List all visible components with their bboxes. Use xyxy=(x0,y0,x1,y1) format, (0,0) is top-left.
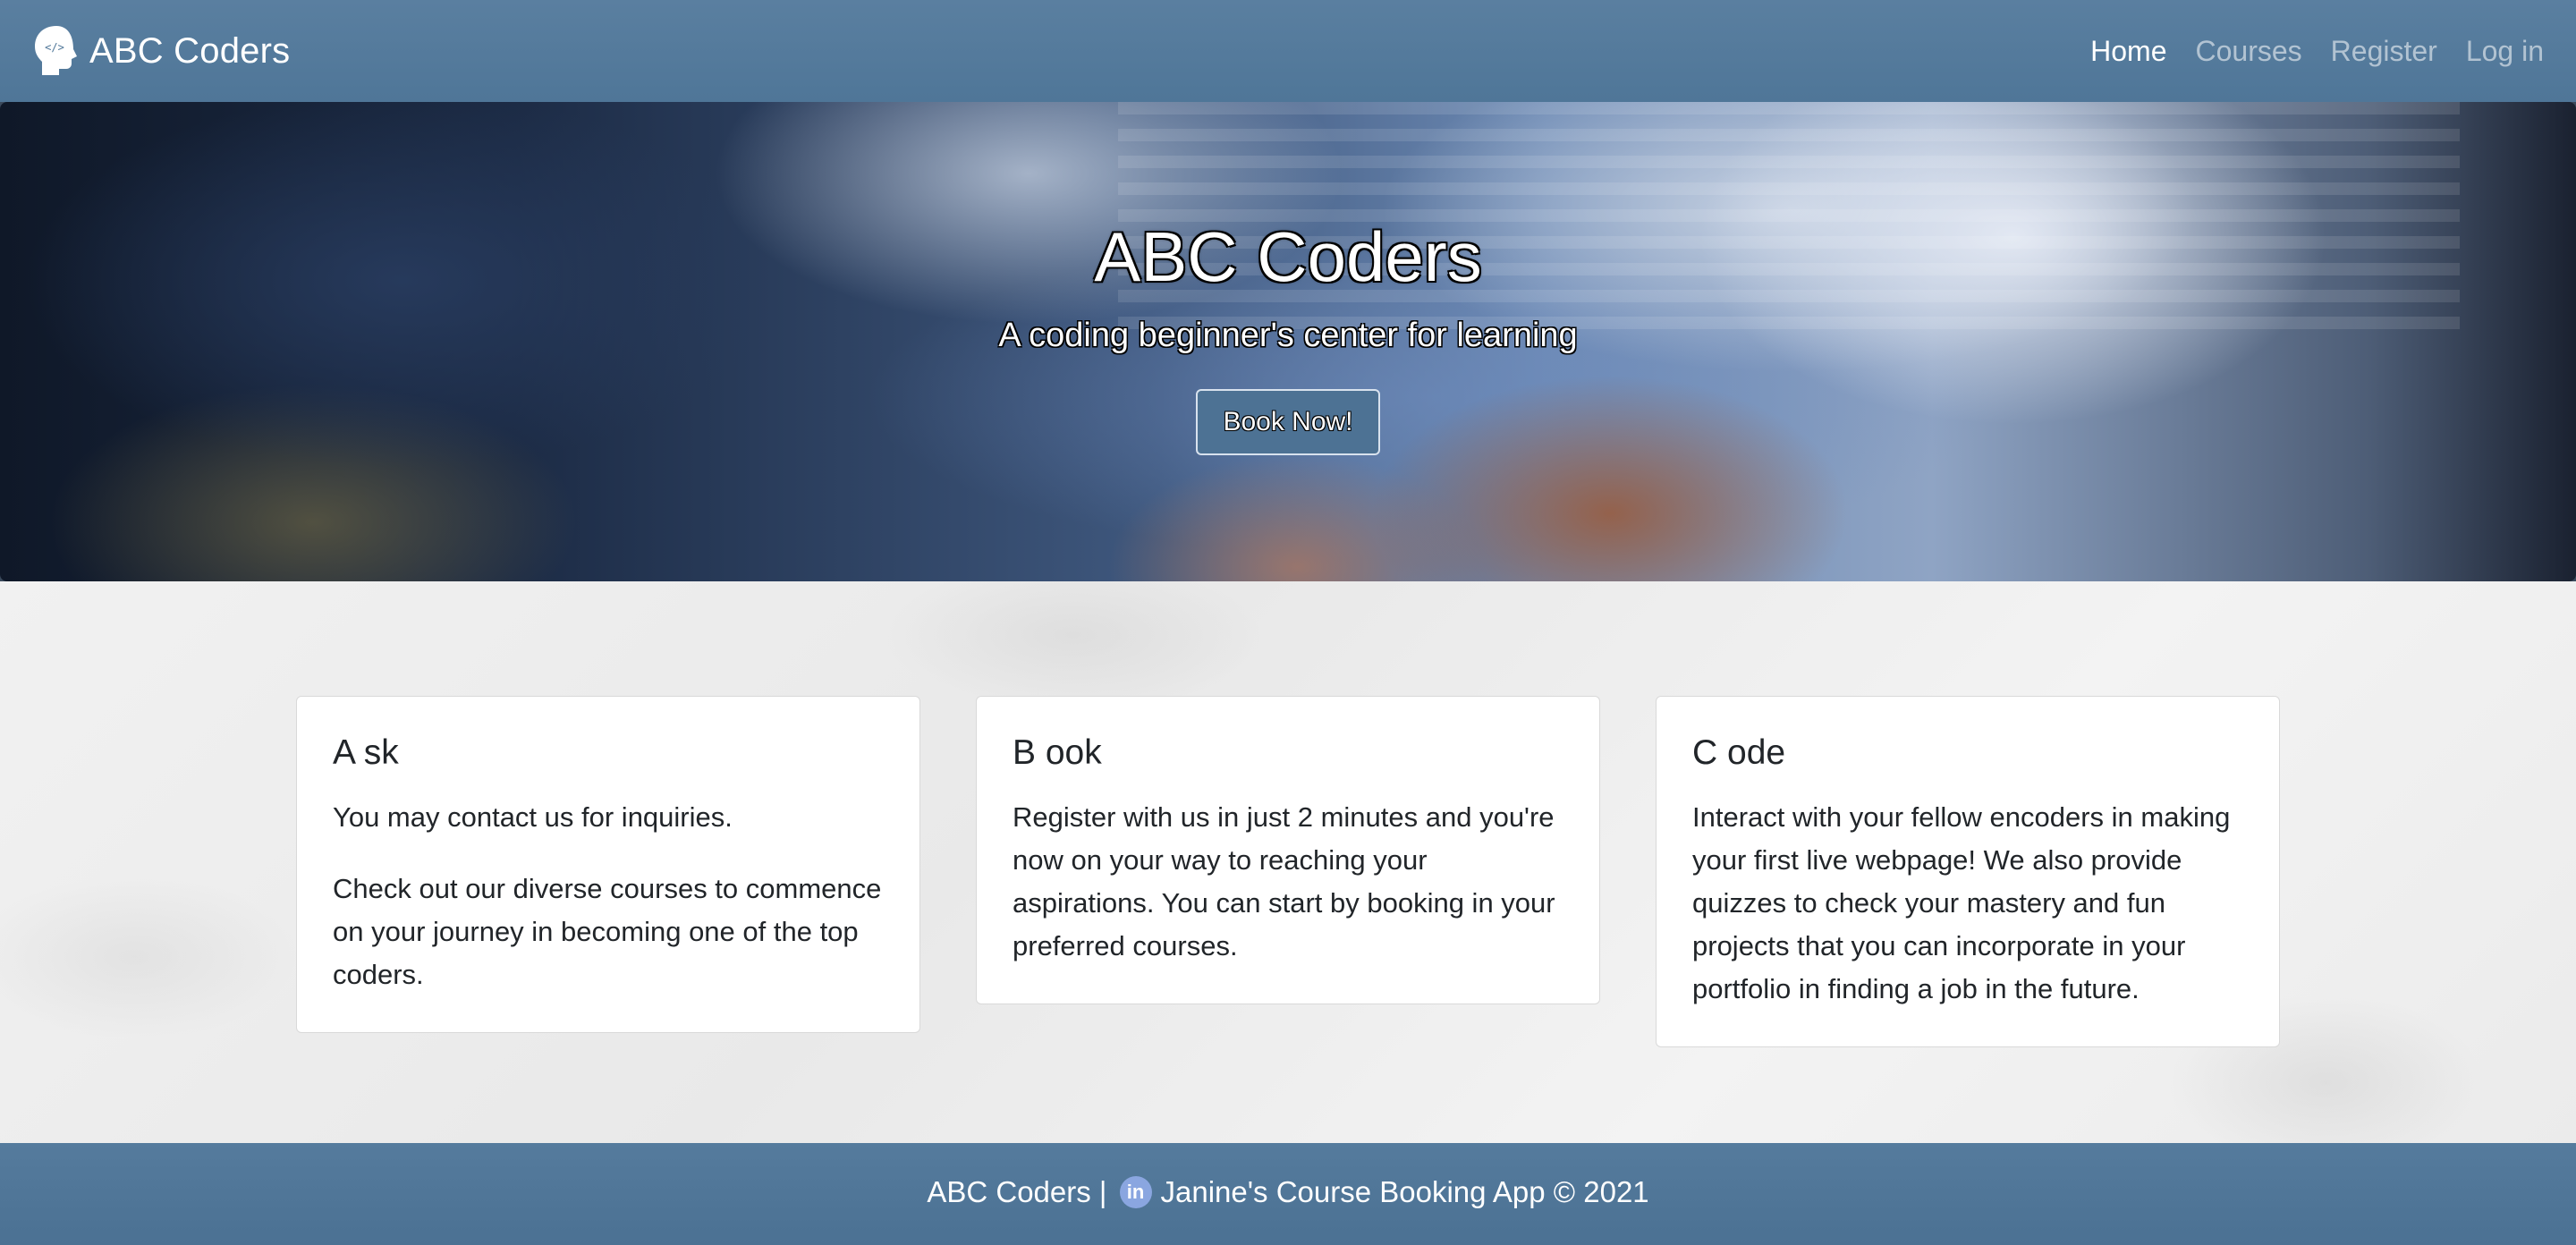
main-content: A sk You may contact us for inquiries. C… xyxy=(0,581,2576,1143)
card-ask: A sk You may contact us for inquiries. C… xyxy=(296,696,920,1033)
nav-link-courses[interactable]: Courses xyxy=(2196,35,2302,68)
nav-link-register[interactable]: Register xyxy=(2331,35,2437,68)
card-text: Register with us in just 2 minutes and y… xyxy=(1013,800,1555,961)
card-title: A sk xyxy=(333,733,399,772)
page: </> ABC Coders Home Courses Register Log… xyxy=(0,0,2576,1245)
book-now-button[interactable]: Book Now! xyxy=(1196,389,1380,455)
card-text: Interact with your fellow encoders in ma… xyxy=(1692,800,2231,1004)
footer: ABC Coders | in Janine's Course Booking … xyxy=(0,1143,2576,1245)
nav-link-login[interactable]: Log in xyxy=(2466,35,2544,68)
nav-links: Home Courses Register Log in xyxy=(2062,35,2544,68)
card-title: B ook xyxy=(1013,733,1102,772)
card-text: Check out our diverse courses to commenc… xyxy=(333,872,882,990)
nav-link-home[interactable]: Home xyxy=(2090,35,2166,68)
linkedin-icon[interactable]: in xyxy=(1119,1176,1152,1208)
hero-title: ABC Coders xyxy=(1094,217,1482,296)
navbar: </> ABC Coders Home Courses Register Log… xyxy=(0,0,2576,102)
hero-content: ABC Coders A coding beginner's center fo… xyxy=(0,102,2576,581)
card-title: C ode xyxy=(1692,733,1786,772)
hero-subtitle: A coding beginner's center for learning xyxy=(998,317,1578,354)
footer-brand: ABC Coders | xyxy=(927,1175,1107,1208)
brand-link[interactable]: </> ABC Coders xyxy=(32,23,290,79)
hero-banner: ABC Coders A coding beginner's center fo… xyxy=(0,102,2576,581)
card-text: You may contact us for inquiries. xyxy=(333,800,733,833)
brand-name: ABC Coders xyxy=(89,30,291,71)
card-book: B ook Register with us in just 2 minutes… xyxy=(976,696,1600,1004)
footer-copyright: Janine's Course Booking App © 2021 xyxy=(1160,1175,1649,1208)
footer-text: ABC Coders | in Janine's Course Booking … xyxy=(927,1175,1649,1209)
card-code: C ode Interact with your fellow encoders… xyxy=(1656,696,2280,1047)
svg-text:</>: </> xyxy=(45,41,64,54)
head-code-icon: </> xyxy=(35,26,77,75)
